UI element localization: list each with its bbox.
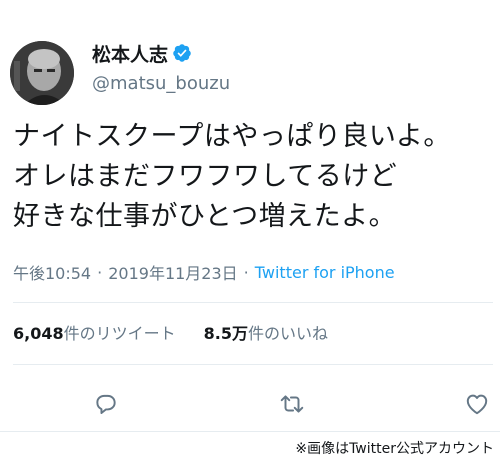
tweet-stats: 6,048件のリツイート 8.5万件のいいね [13, 320, 328, 344]
tweet-line: オレはまだフワフワしてるけど [13, 161, 398, 192]
tweet-date[interactable]: 2019年11月23日 [108, 260, 237, 284]
like-count: 8.5万 [203, 324, 248, 343]
meta-separator: · [243, 262, 249, 282]
like-stat[interactable]: 8.5万件のいいね [204, 320, 328, 344]
retweet-button[interactable] [274, 386, 310, 422]
retweet-stat[interactable]: 6,048件のリツイート [13, 320, 176, 344]
tweet-source-link[interactable]: Twitter for iPhone [255, 263, 395, 282]
divider [13, 302, 493, 303]
reply-button[interactable] [88, 386, 124, 422]
avatar[interactable] [10, 41, 74, 105]
like-label: 件のいいね [247, 324, 328, 343]
tweet-meta: 午後10:54 · 2019年11月23日 · Twitter for iPho… [13, 260, 395, 284]
retweet-label: 件のリツイート [63, 324, 176, 343]
tweet-text: ナイトスクープはやっぱり良いよ。 オレはまだフワフワしてるけど 好きな仕事がひと… [13, 117, 493, 237]
tweet-time[interactable]: 午後10:54 [13, 260, 91, 284]
name-row: 松本人志 [92, 40, 192, 66]
image-credit-caption: ※画像はTwitter公式アカウント [295, 441, 494, 457]
reply-icon [96, 394, 116, 414]
display-name[interactable]: 松本人志 [92, 40, 168, 67]
like-button[interactable] [459, 386, 495, 422]
meta-separator: · [97, 262, 103, 282]
tweet-line: ナイトスクープはやっぱり良いよ。 [13, 121, 451, 152]
retweet-count: 6,048 [13, 324, 64, 343]
action-bar [0, 386, 500, 422]
retweet-icon [280, 395, 304, 413]
avatar-photo [10, 41, 74, 105]
tweet-card: 松本人志 @matsu_bouzu ナイトスクープはやっぱり良いよ。 オレはまだ… [0, 0, 500, 432]
user-handle[interactable]: @matsu_bouzu [92, 73, 230, 94]
verified-badge-icon [172, 43, 192, 63]
divider [13, 364, 493, 365]
heart-icon [466, 394, 488, 415]
tweet-line: 好きな仕事がひとつ増えたよ。 [13, 201, 397, 232]
